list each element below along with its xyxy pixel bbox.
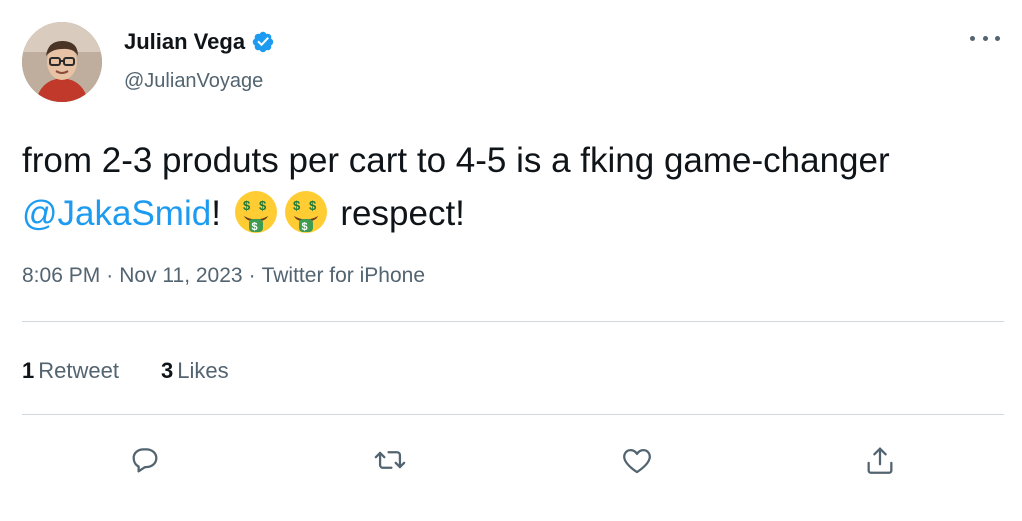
more-options-icon[interactable]	[970, 28, 1000, 48]
divider	[22, 414, 1004, 415]
reply-button[interactable]	[123, 438, 167, 482]
meta-separator: ·	[106, 264, 114, 287]
author-handle[interactable]: @JulianVoyage	[124, 70, 263, 93]
money-mouth-face-icon: $ $ $	[233, 189, 279, 235]
meta-separator: ·	[248, 264, 256, 287]
tweet-text-part2: !	[211, 194, 221, 233]
tweet-time[interactable]: 8:06 PM	[22, 264, 100, 288]
money-mouth-face-icon: $ $ $	[283, 189, 329, 235]
retweets-stat[interactable]: 1 Retweet	[22, 358, 119, 384]
svg-text:$: $	[293, 198, 301, 213]
avatar-photo	[22, 22, 102, 102]
mention-link[interactable]: @JakaSmid	[22, 194, 211, 233]
tweet-card: Julian Vega @JulianVoyage from 2-3 produ…	[0, 0, 1022, 521]
likes-stat[interactable]: 3 Likes	[161, 358, 229, 384]
like-button[interactable]	[615, 438, 659, 482]
retweets-count: 1	[22, 358, 35, 383]
tweet-meta: 8:06 PM · Nov 11, 2023 · Twitter for iPh…	[22, 264, 425, 288]
retweet-button[interactable]	[368, 438, 412, 482]
author-name-text[interactable]: Julian Vega	[124, 29, 245, 55]
tweet-text-part1: from 2-3 produts per cart to 4-5 is a fk…	[22, 141, 890, 180]
tweet-date[interactable]: Nov 11, 2023	[119, 264, 242, 288]
svg-text:$: $	[259, 198, 267, 213]
author-avatar[interactable]	[22, 22, 102, 102]
likes-label: Likes	[177, 358, 229, 383]
svg-text:$: $	[251, 221, 257, 233]
svg-text:$: $	[301, 221, 307, 233]
author-name[interactable]: Julian Vega	[124, 29, 275, 55]
reply-icon	[132, 448, 158, 473]
svg-text:$: $	[243, 198, 251, 213]
divider	[22, 321, 1004, 322]
retweets-label: Retweet	[38, 358, 119, 383]
svg-text:$: $	[309, 198, 317, 213]
tweet-text-part3: respect!	[330, 194, 465, 233]
tweet-actions	[22, 438, 1004, 482]
retweet-icon	[374, 451, 406, 469]
tweet-source[interactable]: Twitter for iPhone	[262, 264, 425, 288]
tweet-stats: 1 Retweet 3 Likes	[22, 358, 271, 384]
share-button[interactable]	[858, 438, 902, 482]
likes-count: 3	[160, 358, 174, 383]
tweet-text: from 2-3 produts per cart to 4-5 is a fk…	[22, 134, 982, 240]
verified-badge-icon	[251, 30, 275, 54]
share-icon	[867, 447, 893, 474]
like-icon	[623, 448, 651, 474]
